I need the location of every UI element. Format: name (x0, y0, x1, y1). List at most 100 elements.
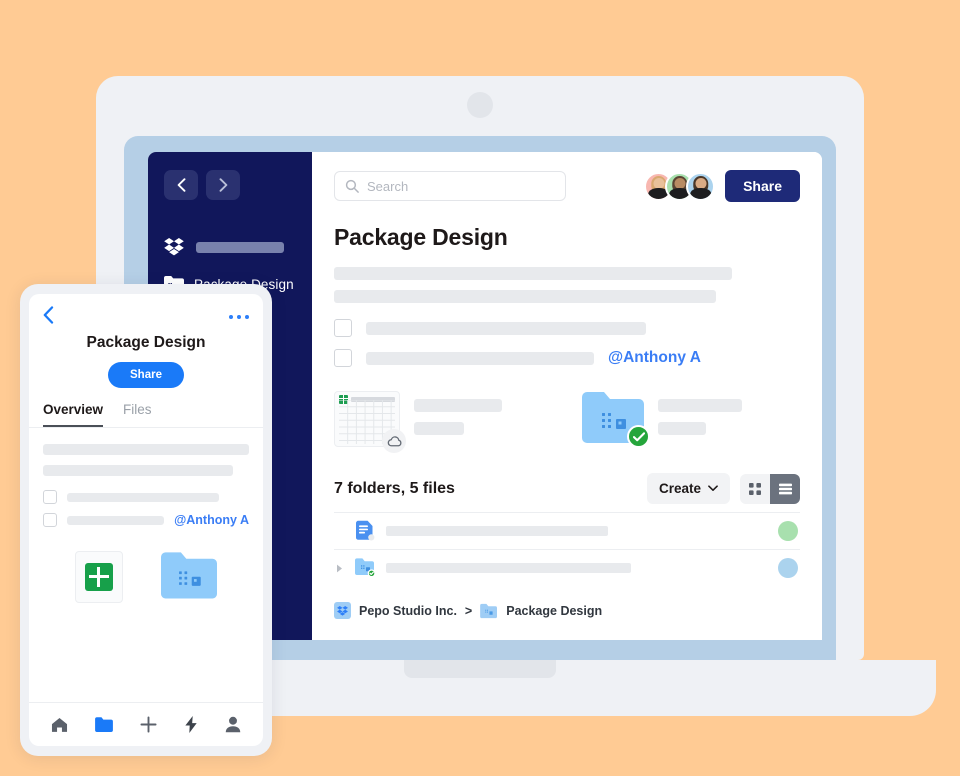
files-actions: Create (646, 473, 800, 504)
topbar-right-group: Share (644, 170, 800, 202)
mobile-checklist-item-1[interactable] (43, 490, 249, 504)
mobile-content: @Anthony A (29, 428, 263, 702)
mobile-share-button[interactable]: Share (108, 362, 184, 388)
doc-shape (356, 520, 375, 541)
mobile-header: Package Design Share (29, 294, 263, 388)
checkbox[interactable] (43, 490, 57, 504)
laptop-camera-icon (467, 92, 493, 118)
create-button[interactable]: Create (646, 473, 730, 504)
breadcrumb-root[interactable]: Pepo Studio Inc. (359, 604, 457, 618)
checklist-item-1[interactable] (334, 319, 800, 337)
preview-line-2 (658, 422, 706, 435)
bolt-icon (185, 716, 197, 733)
avatar[interactable] (778, 558, 798, 578)
spreadsheet-icon (85, 563, 113, 591)
back-button[interactable] (164, 170, 198, 200)
plus-icon (140, 716, 157, 733)
table-row[interactable] (334, 512, 800, 549)
preview-line-1 (414, 399, 502, 412)
preview-cards-row (334, 391, 800, 453)
checkbox[interactable] (334, 319, 352, 337)
mobile-page-title: Package Design (86, 334, 206, 351)
checkbox[interactable] (334, 349, 352, 367)
chevron-left-icon (177, 178, 185, 192)
view-toggle (740, 473, 800, 504)
chevron-right-icon (219, 178, 227, 192)
mobile-tabs: Overview Files (29, 402, 263, 428)
grid-view-button[interactable] (740, 473, 770, 504)
desktop-main-content: Search Share Package Design @Anthony A 7… (312, 152, 822, 640)
files-toolbar: 7 folders, 5 files Create (334, 473, 800, 504)
grid-view-icon (749, 482, 761, 495)
folder-company-icon (582, 391, 650, 448)
files-count-label: 7 folders, 5 files (334, 479, 455, 497)
share-button[interactable]: Share (725, 170, 800, 202)
forward-button[interactable] (206, 170, 240, 200)
avatar[interactable] (686, 171, 716, 201)
create-button-label: Create (658, 481, 701, 496)
mobile-back-button[interactable] (43, 305, 54, 329)
mobile-placeholder-line-2 (43, 465, 233, 476)
sidebar-brand-placeholder (196, 241, 284, 253)
cloud-icon (387, 435, 401, 446)
checkbox[interactable] (43, 513, 57, 527)
home-icon (51, 717, 67, 732)
mobile-checklist-placeholder (67, 492, 219, 502)
folder-icon (95, 717, 113, 732)
preview-card-spreadsheet[interactable] (334, 391, 502, 453)
preview-text-lines (414, 391, 502, 435)
avatar[interactable] (778, 521, 798, 541)
collaborator-avatars[interactable] (644, 171, 716, 201)
preview-card-folder[interactable] (582, 391, 742, 448)
nav-activity[interactable] (185, 716, 198, 733)
sidebar-brand[interactable] (164, 238, 296, 256)
mobile-tile-folder[interactable] (161, 551, 217, 604)
tab-files[interactable]: Files (123, 402, 152, 427)
table-row[interactable] (334, 549, 800, 586)
preview-text-lines (658, 391, 742, 435)
disclosure-triangle[interactable] (334, 564, 344, 573)
paper-doc-icon (354, 520, 376, 542)
nav-add[interactable] (140, 716, 157, 733)
tab-overview[interactable]: Overview (43, 402, 104, 427)
navigation-buttons (164, 170, 296, 200)
preview-line-1 (658, 399, 742, 412)
desktop-topbar: Search Share (334, 170, 800, 202)
breadcrumb-current[interactable]: Package Design (506, 604, 602, 618)
chevron-down-icon (708, 485, 718, 491)
preview-line-2 (414, 422, 464, 435)
mobile-bottom-nav (29, 702, 263, 746)
breadcrumb-separator: > (464, 603, 473, 618)
folder-company-icon (480, 603, 498, 618)
more-horizontal-icon[interactable] (228, 314, 249, 320)
mobile-device: Package Design Share Overview Files @Ant… (20, 284, 272, 756)
mobile-app-screen: Package Design Share Overview Files @Ant… (29, 294, 263, 746)
dropbox-glyph (337, 605, 348, 616)
mobile-placeholder-line-1 (43, 444, 249, 455)
mobile-checklist-item-2[interactable]: @Anthony A (43, 513, 249, 527)
checkmark (632, 431, 645, 441)
page-title: Package Design (334, 224, 508, 250)
search-icon (345, 179, 359, 193)
folder-company-icon (354, 557, 376, 579)
triangle-right-icon (336, 564, 342, 572)
nav-account[interactable] (225, 716, 241, 733)
content-placeholder-line-1 (334, 267, 732, 280)
cloud-sync-badge (382, 429, 406, 453)
spreadsheet-thumbnail (334, 391, 406, 453)
mobile-tile-spreadsheet[interactable] (75, 551, 123, 603)
list-view-button[interactable] (770, 473, 800, 504)
search-input[interactable]: Search (334, 171, 566, 201)
mention-link[interactable]: @Anthony A (174, 513, 249, 527)
dropbox-logo-icon (164, 238, 184, 256)
table-cell-name-placeholder (386, 526, 608, 536)
checklist-item-2[interactable]: @Anthony A (334, 349, 800, 367)
nav-home[interactable] (51, 717, 68, 733)
table-cell-name-placeholder (386, 563, 631, 573)
mobile-checklist-placeholder (67, 515, 165, 525)
breadcrumb: Pepo Studio Inc. > Package Design (334, 600, 800, 619)
dropbox-logo-icon (334, 602, 351, 619)
nav-files[interactable] (95, 717, 113, 732)
mention-link[interactable]: @Anthony A (608, 349, 701, 367)
chevron-left-icon (43, 305, 54, 324)
